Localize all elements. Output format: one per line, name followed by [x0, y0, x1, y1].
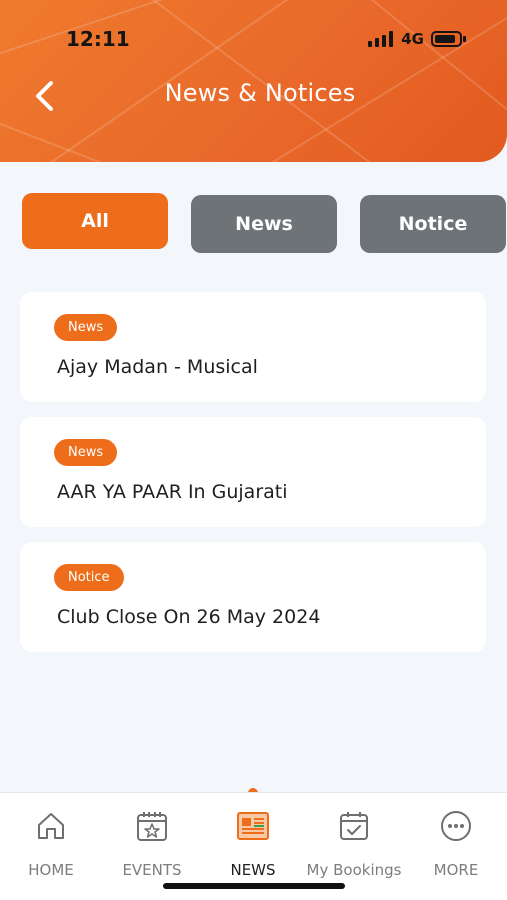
more-icon	[441, 811, 471, 841]
tab-news[interactable]: NEWS	[202, 793, 304, 893]
tab-label: My Bookings	[306, 861, 402, 879]
list-item[interactable]: News Ajay Madan - Musical	[20, 292, 486, 402]
tab-home[interactable]: HOME	[0, 793, 102, 893]
item-tag-badge: News	[54, 314, 118, 341]
calendar-star-icon	[137, 812, 167, 841]
news-list: News Ajay Madan - Musical News AAR YA PA…	[20, 292, 486, 667]
status-bar: 12:11 4G	[0, 22, 507, 56]
page-title: News & Notices	[164, 79, 356, 107]
tab-label: MORE	[433, 861, 479, 879]
newspaper-icon	[237, 812, 269, 840]
filter-tabs: All News Notice	[22, 193, 506, 253]
list-item[interactable]: News AAR YA PAAR In Gujarati	[20, 417, 486, 527]
tab-more[interactable]: MORE	[405, 793, 507, 893]
tab-label: EVENTS	[122, 861, 182, 879]
signal-icon	[368, 31, 394, 47]
tab-my-bookings[interactable]: My Bookings	[303, 793, 405, 893]
status-time: 12:11	[66, 27, 130, 51]
tab-events[interactable]: EVENTS	[101, 793, 203, 893]
item-tag-badge: Notice	[54, 564, 124, 591]
battery-icon	[431, 31, 466, 47]
item-title: Ajay Madan - Musical	[57, 356, 258, 378]
filter-notice-button[interactable]: Notice	[360, 195, 506, 253]
tab-label: NEWS	[230, 861, 276, 879]
home-icon	[38, 813, 64, 839]
calendar-check-icon	[340, 812, 368, 840]
network-type: 4G	[401, 30, 424, 48]
list-item[interactable]: Notice Club Close On 26 May 2024	[20, 542, 486, 652]
status-indicators: 4G	[368, 30, 467, 48]
home-indicator	[163, 883, 345, 889]
item-title: AAR YA PAAR In Gujarati	[57, 481, 288, 503]
filter-news-button[interactable]: News	[191, 195, 337, 253]
app-header: 12:11 4G News & Notices	[0, 0, 507, 162]
item-title: Club Close On 26 May 2024	[57, 606, 321, 628]
tab-label: HOME	[28, 861, 74, 879]
item-tag-badge: News	[54, 439, 118, 466]
filter-all-button[interactable]: All	[22, 193, 168, 249]
